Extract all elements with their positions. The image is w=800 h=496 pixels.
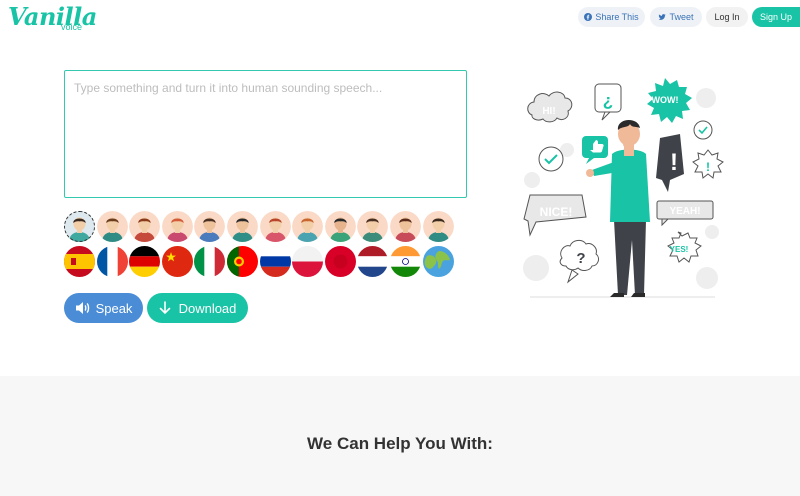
- voice-avatar[interactable]: [161, 211, 193, 242]
- svg-text:YES!: YES!: [670, 245, 689, 254]
- flag-world[interactable]: [422, 246, 454, 277]
- download-label: Download: [178, 300, 237, 316]
- voice-avatar[interactable]: [129, 211, 161, 242]
- flag-india[interactable]: [390, 246, 421, 277]
- world-flag-icon: [422, 246, 454, 277]
- svg-text:?: ?: [576, 250, 585, 267]
- wow-bubble: WOW!: [647, 78, 692, 123]
- flag-germany[interactable]: [129, 246, 161, 277]
- tweet-label: Tweet: [669, 12, 694, 22]
- twitter-icon: [659, 14, 667, 20]
- voice-avatar[interactable]: [292, 211, 324, 242]
- france-flag-icon: [96, 246, 128, 277]
- avatar-icon: [64, 211, 95, 242]
- brand-sub: voice: [61, 22, 83, 32]
- login-label: Log In: [714, 12, 740, 22]
- yeah-bubble: YEAH!: [656, 200, 714, 227]
- voice-avatar[interactable]: [64, 211, 95, 242]
- avatar-icon: [259, 211, 291, 242]
- svg-text:!: !: [706, 160, 710, 174]
- svg-text:¿: ¿: [603, 91, 613, 110]
- voice-avatar[interactable]: [357, 211, 389, 242]
- alert-bubble: !: [692, 149, 724, 179]
- portugal-flag-icon: [227, 246, 258, 277]
- signup-label: Sign Up: [759, 12, 793, 22]
- svg-text:YEAH!: YEAH!: [669, 206, 700, 217]
- flag-netherlands[interactable]: [357, 246, 389, 277]
- share-label: Share This: [595, 12, 639, 22]
- yes-bubble: YES!: [667, 231, 702, 263]
- italy-flag-icon: [194, 246, 226, 277]
- voice-avatar[interactable]: [227, 211, 258, 242]
- flag-france[interactable]: [96, 246, 128, 277]
- avatar-icon: [227, 211, 258, 242]
- voice-avatar[interactable]: [96, 211, 128, 242]
- svg-text:!: !: [670, 149, 678, 176]
- voice-selector: [64, 211, 454, 243]
- download-button[interactable]: Download: [147, 293, 248, 323]
- brand-logo[interactable]: Vanilla voice: [8, 2, 98, 32]
- voice-avatar[interactable]: [194, 211, 226, 242]
- india-flag-icon: [390, 246, 421, 277]
- thumbs-up-bubble: [582, 136, 608, 164]
- section-title: We Can Help You With:: [307, 434, 493, 453]
- svg-text:WOW!: WOW!: [652, 95, 679, 105]
- flag-japan[interactable]: [324, 246, 356, 277]
- avatar-icon: [96, 211, 128, 242]
- flag-spain[interactable]: [64, 246, 95, 277]
- avatar-icon: [422, 211, 454, 242]
- avatar-icon: [292, 211, 324, 242]
- avatar-icon: [357, 211, 389, 242]
- flag-poland[interactable]: [292, 246, 324, 277]
- speech-text-input[interactable]: [64, 70, 467, 198]
- flag-china[interactable]: [161, 246, 193, 277]
- avatar-icon: [194, 211, 226, 242]
- poland-flag-icon: [292, 246, 324, 277]
- japan-flag-icon: [324, 246, 356, 277]
- login-button[interactable]: Log In: [706, 7, 748, 27]
- voice-avatar[interactable]: [259, 211, 291, 242]
- flag-portugal[interactable]: [227, 246, 258, 277]
- avatar-icon: [324, 211, 356, 242]
- signup-button[interactable]: Sign Up: [752, 7, 800, 27]
- spain-flag-icon: [64, 246, 95, 277]
- question-cloud: ?: [559, 239, 600, 284]
- china-flag-icon: [161, 246, 193, 277]
- check-icon: [538, 146, 564, 172]
- avatar-icon: [161, 211, 193, 242]
- hi-bubble: HI!: [527, 91, 573, 123]
- arrow-down-icon: [159, 301, 170, 315]
- check-icon: [693, 120, 713, 140]
- svg-text:NICE!: NICE!: [540, 205, 573, 219]
- russia-flag-icon: [259, 246, 291, 277]
- thinking-man-illustration: HI! ¿ WOW! ! ! NICE! YEAH! YES! ?: [523, 78, 724, 298]
- voice-avatar[interactable]: [422, 211, 454, 242]
- svg-text:HI!: HI!: [542, 106, 555, 117]
- flag-russia[interactable]: [259, 246, 291, 277]
- voice-avatar[interactable]: [390, 211, 421, 242]
- question-bubble: ¿: [594, 83, 622, 121]
- language-selector: [64, 246, 454, 278]
- brand-name: Vanilla: [8, 2, 97, 31]
- speaker-icon: [75, 302, 89, 314]
- tweet-button[interactable]: Tweet: [650, 7, 702, 27]
- avatar-icon: [390, 211, 421, 242]
- flag-italy[interactable]: [194, 246, 226, 277]
- facebook-icon: [584, 13, 593, 21]
- share-button[interactable]: Share This: [578, 7, 645, 27]
- avatar-icon: [129, 211, 161, 242]
- exclamation-bubble: !: [656, 134, 684, 192]
- netherlands-flag-icon: [357, 246, 389, 277]
- nice-bubble: NICE!: [523, 194, 587, 237]
- speak-label: Speak: [95, 300, 133, 316]
- germany-flag-icon: [129, 246, 161, 277]
- speak-button[interactable]: Speak: [64, 293, 143, 323]
- voice-avatar[interactable]: [324, 211, 356, 242]
